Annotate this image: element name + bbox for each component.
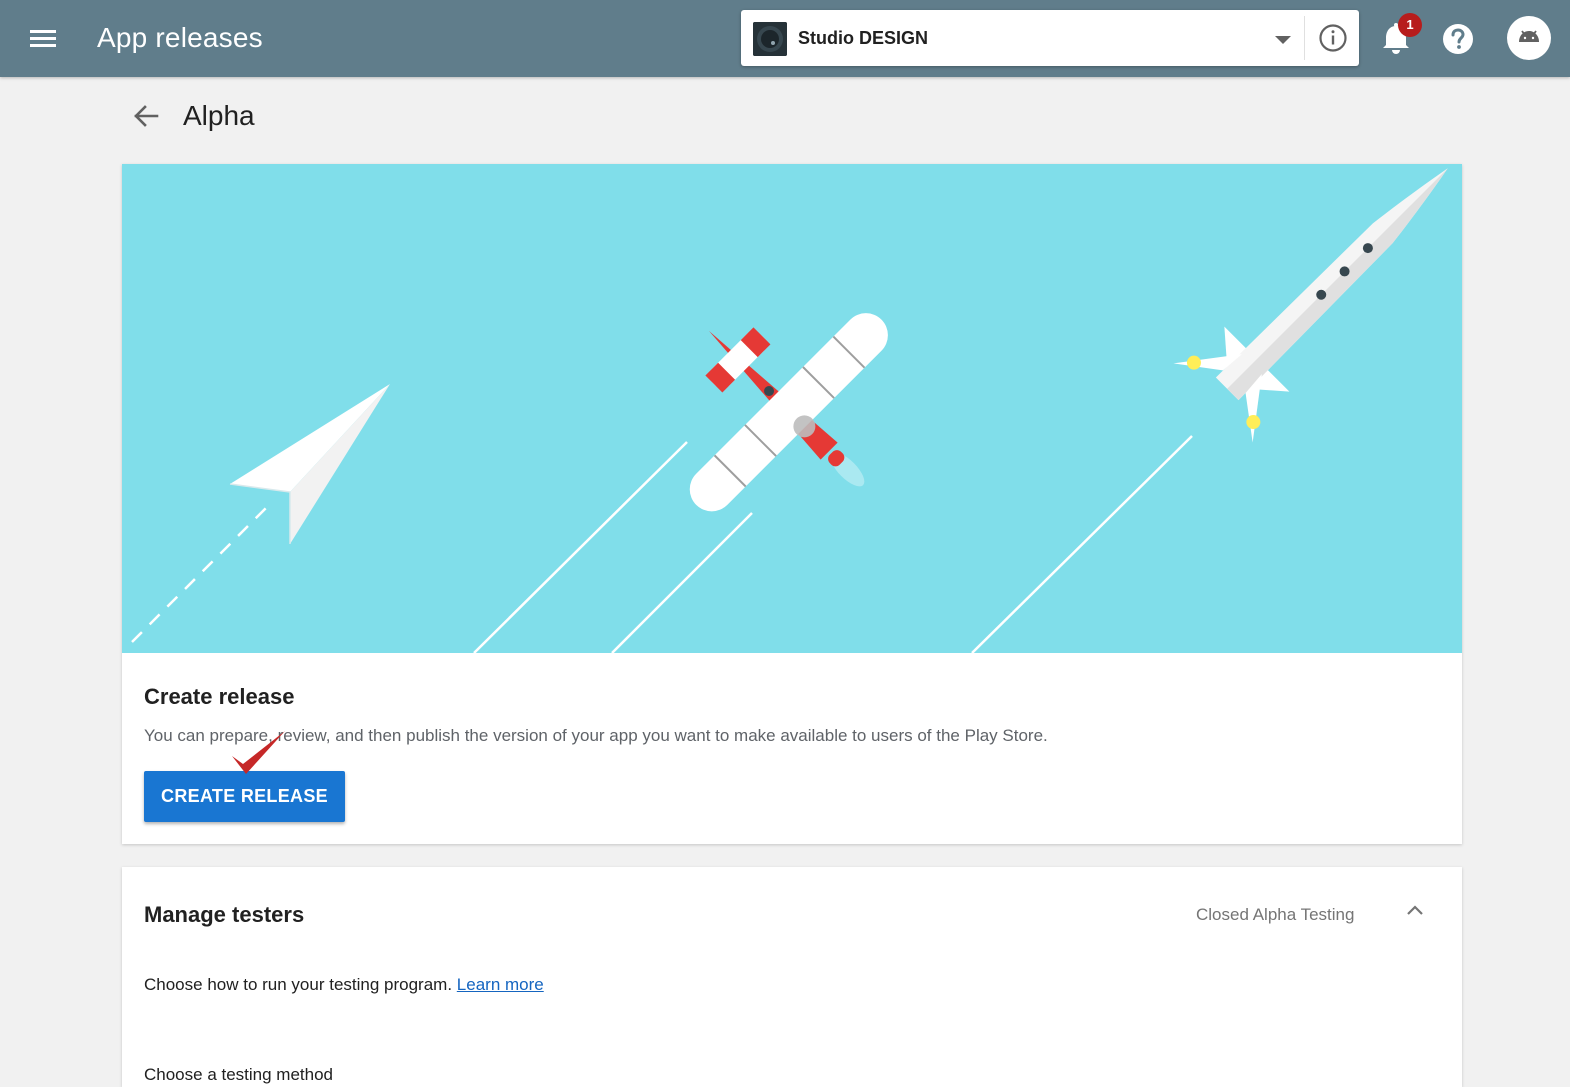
propeller-plane [473, 313, 888, 653]
create-release-heading: Create release [144, 684, 295, 709]
testing-method-label: Choose a testing method [144, 1065, 334, 1084]
hero-illustration [122, 164, 1462, 653]
help-icon[interactable] [1439, 20, 1477, 58]
checkmark-icon [232, 731, 285, 774]
info-icon[interactable] [1315, 20, 1351, 56]
back-arrow-icon[interactable] [130, 100, 164, 132]
testers-description: Choose how to run your testing program. … [144, 975, 544, 995]
android-avatar-icon [1519, 30, 1539, 42]
selector-divider [1304, 16, 1305, 60]
paper-plane [131, 384, 390, 643]
manage-testers-card: Manage testers Closed Alpha Testing Choo… [122, 867, 1462, 1087]
page-title: Alpha [183, 100, 255, 131]
menu-icon[interactable] [24, 22, 62, 56]
app-thumbnail [753, 22, 787, 56]
app-selector[interactable]: Studio DESIGN [741, 10, 1359, 66]
chevron-up-icon[interactable] [1402, 897, 1428, 923]
testing-mode-label: Closed Alpha Testing [1196, 905, 1355, 924]
manage-testers-heading: Manage testers [144, 902, 305, 927]
chevron-down-icon[interactable] [1265, 26, 1301, 52]
create-release-card: Create release You can prepare, review, … [122, 164, 1462, 844]
avatar[interactable] [1507, 16, 1551, 60]
app-bar: App releases Studio DESIGN 1 [0, 0, 1570, 77]
app-bar-title: App releases [97, 22, 263, 53]
notification-badge: 1 [1398, 13, 1422, 37]
learn-more-link[interactable]: Learn more [457, 975, 544, 994]
rocket [971, 168, 1448, 653]
testers-description-text: Choose how to run your testing program. [144, 975, 453, 994]
app-name: Studio DESIGN [798, 28, 928, 48]
